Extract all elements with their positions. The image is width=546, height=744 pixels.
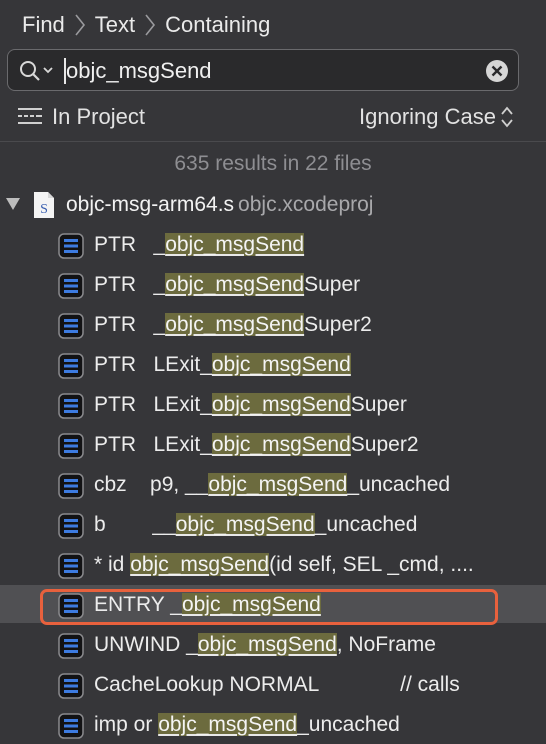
results-summary: 635 results in 22 files <box>174 152 372 175</box>
result-text: cbz p9, __objc_msgSend_uncached <box>94 471 450 499</box>
result-prefix: UNWIND _ <box>94 633 198 656</box>
text-match-icon <box>58 233 84 259</box>
text-match-icon <box>58 713 84 739</box>
result-suffix: , NoFrame <box>336 633 436 656</box>
match-highlight: objc_msgSend <box>165 233 305 256</box>
text-match-icon <box>58 673 84 699</box>
text-match-icon <box>58 313 84 339</box>
scope-button[interactable]: In Project <box>52 104 145 130</box>
result-row[interactable]: CacheLookup NORMAL // calls <box>0 665 546 703</box>
up-down-chevron-icon[interactable] <box>500 105 514 129</box>
result-prefix: CacheLookup NORMAL // calls <box>94 673 460 696</box>
match-highlight: objc_msgSend <box>208 473 348 496</box>
result-row[interactable]: PTR _objc_msgSend <box>0 225 546 263</box>
result-text: PTR _objc_msgSendSuper <box>94 271 360 299</box>
result-text: * id objc_msgSend(id self, SEL _cmd, ...… <box>94 551 474 579</box>
result-prefix: PTR LExit_ <box>94 433 212 456</box>
result-text: UNWIND _objc_msgSend, NoFrame <box>94 631 436 659</box>
text-match-icon <box>58 473 84 499</box>
match-highlight: objc_msgSend <box>211 353 351 376</box>
search-icon[interactable] <box>18 59 58 83</box>
match-highlight: objc_msgSend <box>197 633 337 656</box>
match-highlight: objc_msgSend <box>158 713 298 736</box>
result-text: PTR LExit_objc_msgSendSuper2 <box>94 431 419 459</box>
match-highlight: objc_msgSend <box>175 513 315 536</box>
find-options-bar: In Project Ignoring Case <box>0 96 546 138</box>
result-suffix: Super <box>304 273 361 296</box>
result-suffix: Super <box>350 393 407 416</box>
result-suffix: Super2 <box>304 313 372 336</box>
result-row[interactable]: PTR _objc_msgSendSuper2 <box>0 305 546 343</box>
result-suffix: Super2 <box>350 433 419 456</box>
text-match-icon <box>58 513 84 539</box>
file-group-row[interactable]: S objc-msg-arm64.s objc.xcodeproj <box>0 187 546 223</box>
scope-list-icon[interactable] <box>18 107 42 125</box>
text-match-icon <box>58 433 84 459</box>
result-prefix: b __ <box>94 513 176 536</box>
breadcrumb-item-find[interactable]: Find <box>22 12 65 38</box>
chevron-right-icon <box>75 14 85 36</box>
chevron-right-icon <box>145 14 156 36</box>
result-text: PTR LExit_objc_msgSendSuper <box>94 391 407 419</box>
result-text: PTR LExit_objc_msgSend <box>94 351 351 379</box>
result-text: PTR _objc_msgSend <box>94 231 305 259</box>
result-row[interactable]: cbz p9, __objc_msgSend_uncached <box>0 465 546 503</box>
breadcrumb-item-containing[interactable]: Containing <box>165 12 270 38</box>
assembly-file-icon: S <box>34 192 54 218</box>
search-query-text[interactable]: objc_msgSend <box>64 57 212 85</box>
breadcrumb-item-text[interactable]: Text <box>95 12 135 38</box>
result-prefix: cbz p9, __ <box>94 473 209 496</box>
result-prefix: PTR LExit_ <box>94 393 212 416</box>
disclosure-triangle-icon[interactable] <box>5 197 21 211</box>
breadcrumb: Find Text Containing <box>22 10 270 40</box>
result-row[interactable]: imp or objc_msgSend_uncached <box>0 705 546 743</box>
text-match-icon <box>58 353 84 379</box>
result-prefix: PTR _ <box>94 273 166 296</box>
result-row[interactable]: PTR LExit_objc_msgSend <box>0 345 546 383</box>
text-match-icon <box>58 393 84 419</box>
result-row[interactable]: * id objc_msgSend(id self, SEL _cmd, ...… <box>0 545 546 583</box>
text-caret <box>64 58 66 84</box>
clear-icon[interactable] <box>485 59 509 83</box>
result-text: b __objc_msgSend_uncached <box>94 511 417 539</box>
svg-text:S: S <box>40 202 48 217</box>
result-suffix: _uncached <box>347 473 451 496</box>
file-name: objc-msg-arm64.s objc.xcodeproj <box>66 193 374 216</box>
result-suffix: (id self, SEL _cmd, .... <box>269 553 474 576</box>
text-match-icon <box>58 553 84 579</box>
text-match-icon <box>58 273 84 299</box>
result-row[interactable]: PTR LExit_objc_msgSendSuper <box>0 385 546 423</box>
result-prefix: PTR _ <box>94 313 166 336</box>
project-name: objc.xcodeproj <box>238 193 374 216</box>
result-text: CacheLookup NORMAL // calls <box>94 671 460 699</box>
match-highlight: objc_msgSend <box>165 313 305 336</box>
result-prefix: PTR _ <box>94 233 166 256</box>
result-suffix: _uncached <box>314 513 418 536</box>
match-highlight: objc_msgSend <box>165 273 305 296</box>
case-sensitivity-popup[interactable]: Ignoring Case <box>359 104 496 130</box>
divider <box>0 141 546 142</box>
match-highlight: objc_msgSend <box>211 433 351 456</box>
result-row[interactable]: PTR _objc_msgSendSuper <box>0 265 546 303</box>
result-text: PTR _objc_msgSendSuper2 <box>94 311 372 339</box>
result-prefix: PTR LExit_ <box>94 353 212 376</box>
result-prefix: imp or <box>94 713 159 736</box>
result-prefix: * id <box>94 553 131 576</box>
match-highlight: objc_msgSend <box>211 393 351 416</box>
result-text: imp or objc_msgSend_uncached <box>94 711 400 739</box>
match-highlight: objc_msgSend <box>130 553 270 576</box>
selection-highlight-box <box>40 589 498 625</box>
text-match-icon <box>58 633 84 659</box>
search-input[interactable]: objc_msgSend <box>7 49 519 91</box>
result-suffix: _uncached <box>297 713 400 736</box>
result-row[interactable]: PTR LExit_objc_msgSendSuper2 <box>0 425 546 463</box>
result-row[interactable]: UNWIND _objc_msgSend, NoFrame <box>0 625 546 663</box>
result-row[interactable]: b __objc_msgSend_uncached <box>0 505 546 543</box>
